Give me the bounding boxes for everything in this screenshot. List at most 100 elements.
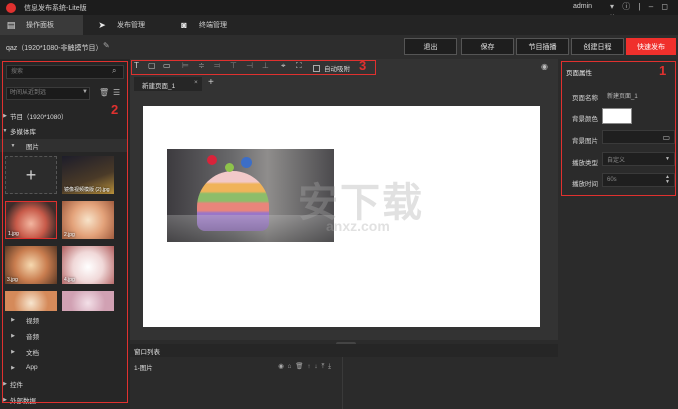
align-center-icon[interactable]: ≑ [198, 61, 205, 70]
media-thumbnail[interactable]: 3.jpg [5, 246, 57, 284]
thumbnail-label: 镜像视频模版 (2).jpg [64, 187, 110, 193]
chevron-right-icon: ▶ [11, 348, 15, 355]
align-bottom-icon[interactable]: ⊥ [262, 61, 269, 70]
panel-icon: ▤ [6, 20, 16, 30]
tree-item-external-data[interactable]: ▶ 外部数据 [0, 393, 127, 406]
align-right-icon[interactable]: ⫤ [214, 61, 220, 71]
thumbnail-label: 3.jpg [7, 277, 18, 283]
project-name: qaz（1920*1080-非触摸节目） [6, 45, 103, 52]
exit-button[interactable]: 退出 [404, 38, 457, 55]
insert-program-button[interactable]: 节目插播 [516, 38, 569, 55]
media-thumbnail[interactable]: 1.jpg [5, 201, 57, 239]
auto-adsorb-checkbox[interactable]: 自动吸附 [313, 63, 350, 73]
media-thumbnail[interactable] [62, 291, 114, 311]
text-tool-icon[interactable]: T [134, 61, 139, 70]
bg-image-label: 背景图片 [572, 138, 598, 145]
search-input[interactable] [7, 66, 123, 78]
chevron-right-icon: ▶ [11, 332, 15, 339]
edit-icon[interactable]: ✎ [103, 41, 110, 50]
tab-operation-panel[interactable]: ▤ 操作面板 [0, 15, 83, 35]
page-tool-icon[interactable]: ▢ [148, 61, 156, 70]
blueberry-shape [241, 157, 252, 168]
media-tool-icon[interactable]: ▭ [163, 61, 171, 70]
app-logo-icon [6, 3, 16, 13]
add-image-button[interactable]: + [5, 156, 57, 194]
thumbnail-label: 1.jpg [8, 231, 19, 237]
list-view-icon[interactable]: ☰ [113, 88, 120, 97]
layer-name: 1-图片 [134, 364, 153, 372]
tree-item-program[interactable]: ▶ 节目（1920*1080） [0, 109, 127, 122]
trash-icon[interactable]: 🗑 [99, 88, 109, 97]
align-left-icon[interactable]: ⊨ [182, 61, 189, 70]
eye-icon[interactable]: ◉ [541, 62, 548, 71]
sort-select[interactable]: 时间从近到远 [6, 87, 90, 100]
tree-label: 图片 [26, 143, 39, 151]
tree-item-images[interactable]: ▼ 图片 [0, 139, 127, 152]
play-time-stepper[interactable]: 60s ▲ ▼ [602, 173, 675, 187]
bg-color-swatch[interactable] [602, 108, 632, 124]
tree-label: 视频 [26, 317, 39, 325]
folder-icon[interactable]: ▭ [662, 133, 670, 142]
page-name-label: 页面名称 [572, 95, 598, 102]
page-tab[interactable]: 新建页面_1 × [134, 77, 202, 91]
bg-image-field[interactable]: ▭ [602, 130, 675, 144]
tree-item-document[interactable]: ▶ 文档 [0, 345, 127, 358]
app-title: 信息发布系统-Lite版 [24, 5, 87, 12]
tree-item-audio[interactable]: ▶ 音频 [0, 329, 127, 342]
align-top-icon[interactable]: ⊤ [230, 61, 237, 70]
save-button[interactable]: 保存 [461, 38, 514, 55]
chevron-down-icon: ▼ [82, 89, 88, 95]
tree-item-video[interactable]: ▶ 视频 [0, 313, 127, 326]
create-schedule-button[interactable]: 创建日程 [571, 38, 624, 55]
search-icon[interactable]: ⌕ [112, 66, 116, 76]
user-menu[interactable]: admin [573, 3, 592, 10]
chevron-right-icon: ▶ [3, 112, 7, 119]
tree-item-controls[interactable]: ▶ 控件 [0, 377, 127, 390]
quick-publish-button[interactable]: 快速发布 [626, 38, 676, 55]
tree-item-media-library[interactable]: ▼ 多媒体库 [0, 124, 127, 137]
add-page-button[interactable]: + [208, 77, 214, 88]
media-thumbnail[interactable]: 4.jpg [62, 246, 114, 284]
fullscreen-icon[interactable]: ⛶ [296, 61, 302, 71]
tree-label: 节目（1920*1080） [10, 113, 68, 121]
tree-item-app[interactable]: ▶ App [0, 361, 127, 374]
tree-label: App [26, 364, 38, 371]
annotation-marker-3: 3 [359, 58, 367, 73]
grape-shape [225, 163, 234, 172]
layer-divider [342, 357, 343, 409]
chevron-right-icon: ▶ [3, 380, 7, 387]
thumbnail-label: 4.jpg [64, 277, 75, 283]
tree-label: 音频 [26, 333, 39, 341]
tab-label: 终端管理 [199, 22, 227, 29]
send-icon: ➤ [98, 20, 106, 30]
auto-adsorb-label: 自动吸附 [324, 66, 350, 73]
play-time-label: 播放时间 [572, 181, 598, 188]
position-icon[interactable]: ⌖ [281, 61, 286, 71]
annotation-marker-1: 1 [659, 63, 667, 78]
chevron-down-icon: ▼ [10, 142, 16, 149]
tree-label: 外部数据 [10, 397, 36, 405]
chevron-right-icon: ▶ [11, 364, 15, 371]
close-icon[interactable]: × [194, 79, 198, 86]
tab-terminal-management[interactable]: ◙ 终端管理 [173, 15, 253, 35]
media-thumbnail[interactable]: 镜像视频模版 (2).jpg [62, 156, 114, 194]
play-time-value: 60s [607, 177, 617, 183]
tab-publish-management[interactable]: ➤ 发布管理 [91, 15, 171, 35]
search-field[interactable] [6, 65, 124, 79]
chevron-right-icon: ▶ [11, 316, 15, 323]
checkbox-box[interactable] [313, 64, 320, 72]
bg-color-label: 背景颜色 [572, 116, 598, 123]
layer-list-header: 窗口列表 [130, 344, 558, 357]
terminal-icon: ◙ [181, 20, 187, 30]
stepper-arrows-icon[interactable]: ▲ ▼ [665, 175, 670, 185]
chevron-down-icon: ▼ [665, 156, 670, 162]
media-thumbnail[interactable] [5, 291, 57, 311]
layer-row[interactable]: 1-图片 ◉ ⌂ 🗑 ↑ ↓ ⤒ ⤓ [130, 360, 342, 373]
layer-action-icons[interactable]: ◉ ⌂ 🗑 ↑ ↓ ⤒ ⤓ [278, 362, 332, 371]
media-thumbnail[interactable]: 2.jpg [62, 201, 114, 239]
align-middle-icon[interactable]: ⊣ [246, 61, 253, 70]
thumbnail-label: 2.jpg [64, 232, 75, 238]
play-type-select[interactable]: 自定义 ▼ [602, 152, 675, 166]
page-name-field[interactable]: 新建页面_1 [602, 88, 675, 102]
chevron-right-icon: ▶ [3, 396, 7, 403]
